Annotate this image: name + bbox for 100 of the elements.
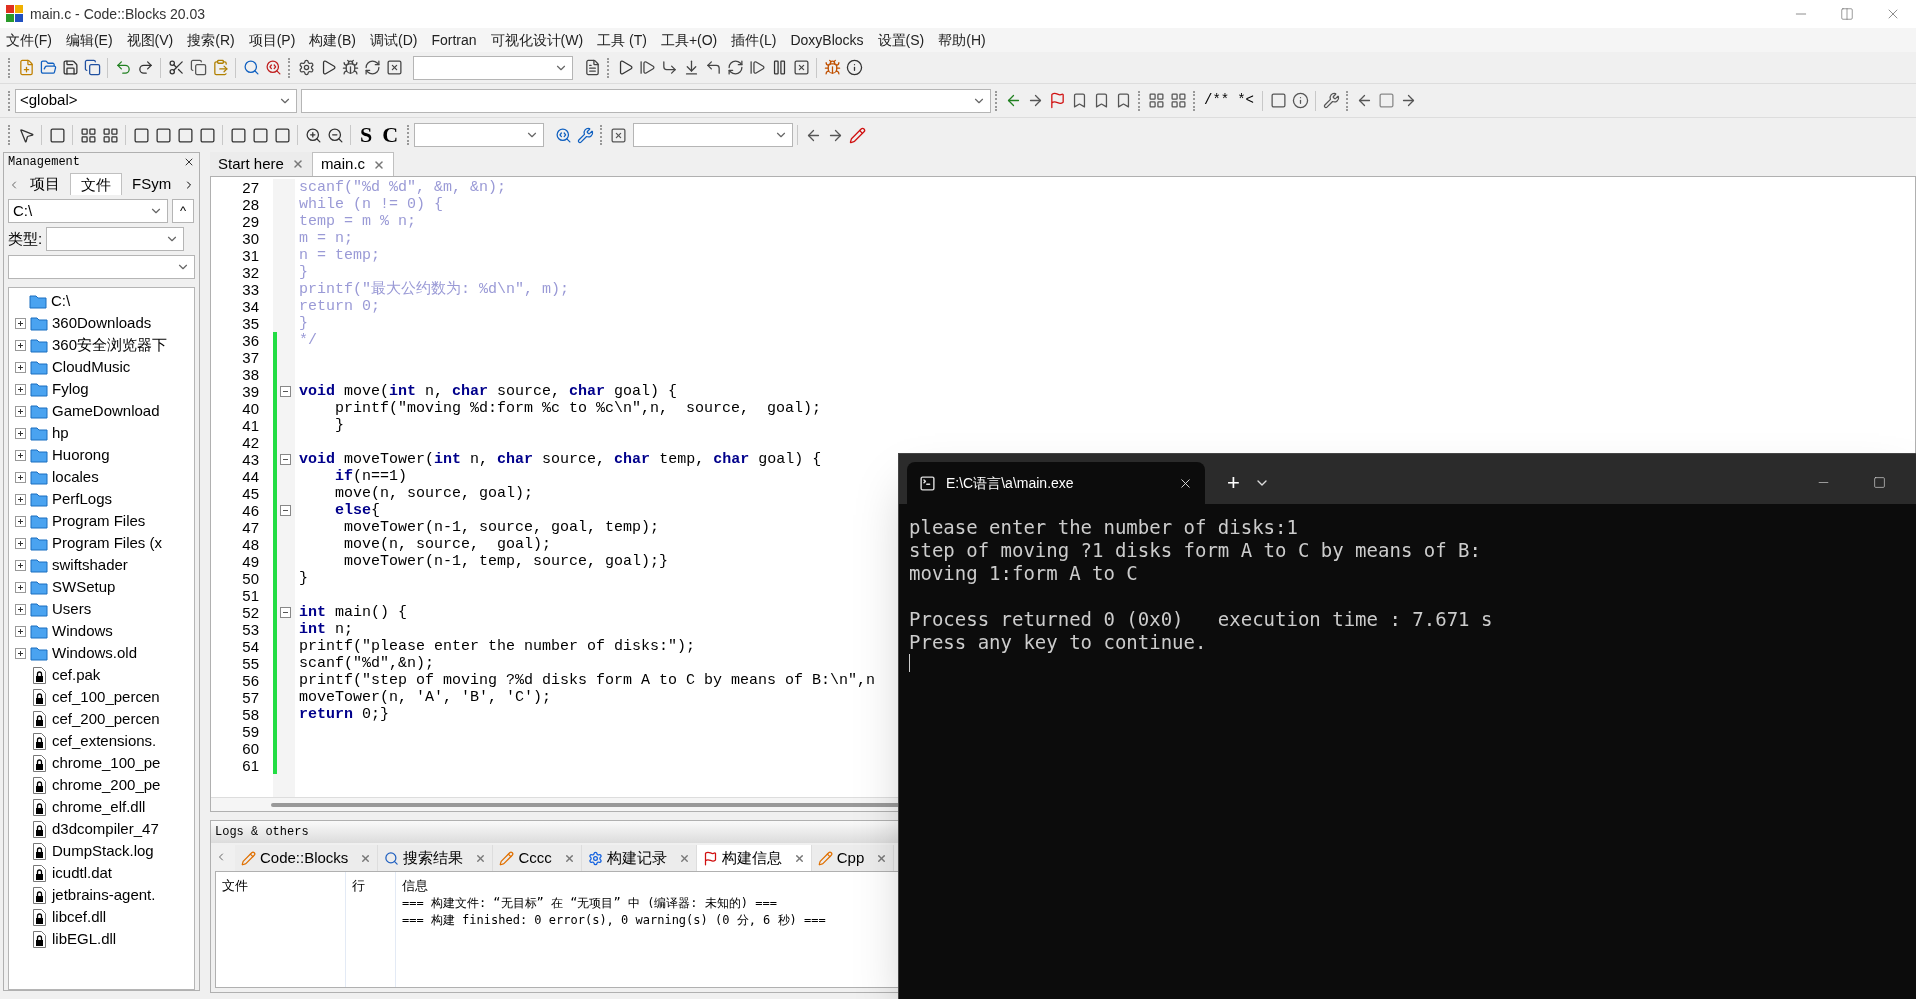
fold-icon[interactable] — [280, 607, 291, 618]
wrench-icon[interactable] — [1322, 92, 1340, 109]
shape-icon[interactable] — [229, 126, 247, 144]
tree-item[interactable]: cef_100_percen — [52, 685, 160, 709]
stop-icon[interactable] — [385, 59, 403, 76]
search-icon[interactable] — [242, 59, 260, 76]
stop-icon[interactable] — [792, 59, 810, 76]
expand-icon[interactable] — [15, 537, 26, 549]
restore-icon[interactable] — [1840, 7, 1854, 21]
menu-item[interactable]: 编辑(E) — [65, 29, 113, 51]
panel-tab[interactable]: 项目 — [20, 173, 70, 195]
tree-item[interactable]: chrome_200_pe — [52, 773, 161, 797]
new-file-icon[interactable] — [17, 59, 35, 76]
wrench-icon[interactable] — [576, 126, 594, 144]
undo-icon[interactable] — [114, 59, 132, 76]
expand-icon[interactable] — [15, 647, 26, 659]
toolbar-grip[interactable] — [600, 125, 604, 145]
expand-icon[interactable] — [15, 405, 26, 417]
expand-icon[interactable] — [15, 339, 26, 351]
tree-item[interactable]: d3dcompiler_47 — [52, 817, 159, 841]
editor-tab[interactable]: Start here — [210, 152, 312, 176]
panel-tab[interactable]: FSym — [122, 173, 182, 195]
frame-icon[interactable] — [48, 126, 66, 144]
cut-icon[interactable] — [167, 59, 185, 76]
log-tab[interactable]: Cccc — [493, 845, 582, 871]
clear-icon[interactable] — [609, 126, 627, 144]
fold-icon[interactable] — [280, 386, 291, 397]
tree-item[interactable]: hp — [52, 421, 69, 445]
open-folder-icon[interactable] — [39, 59, 57, 76]
menu-item[interactable]: DoxyBlocks — [790, 29, 864, 51]
expand-icon[interactable] — [15, 361, 26, 373]
expand-icon[interactable] — [15, 515, 26, 527]
toolbar-grip[interactable] — [995, 90, 998, 111]
tree-item[interactable]: libcef.dll — [52, 905, 107, 929]
step-into-icon[interactable] — [660, 59, 678, 76]
expand-icon[interactable] — [15, 317, 26, 329]
zoom-in-icon[interactable] — [304, 126, 322, 144]
settings-icon[interactable] — [297, 59, 315, 76]
tree-item[interactable]: libEGL.dll — [52, 927, 117, 951]
tree-item[interactable]: Program Files (x — [52, 531, 163, 555]
expand-icon[interactable] — [15, 383, 26, 395]
grid-icon[interactable] — [101, 126, 119, 144]
panel-icon[interactable] — [198, 126, 216, 144]
help-icon[interactable] — [1291, 92, 1309, 109]
tree-item[interactable]: 360Downloads — [52, 311, 152, 335]
menu-item[interactable]: 帮助(H) — [938, 29, 986, 51]
grid-icon[interactable] — [79, 126, 97, 144]
toolbar-grip[interactable] — [1193, 90, 1196, 111]
text-style-button[interactable]: C — [377, 124, 404, 146]
tree-item[interactable]: cef_extensions. — [52, 729, 157, 753]
pointer-icon[interactable] — [17, 126, 35, 144]
fold-icon[interactable] — [280, 454, 291, 465]
tree-item[interactable]: chrome_elf.dll — [52, 795, 146, 819]
panel-icon[interactable] — [154, 126, 172, 144]
flag-icon[interactable] — [1048, 92, 1066, 109]
log-tab[interactable]: 搜索结果 — [378, 845, 494, 871]
menu-item[interactable]: 设置(S) — [877, 29, 925, 51]
menu-item[interactable]: 调试(D) — [370, 29, 418, 51]
tree-item[interactable]: locales — [52, 465, 99, 489]
frame-icon[interactable] — [1269, 92, 1287, 109]
expand-icon[interactable] — [15, 603, 26, 615]
toolbar-grip[interactable] — [288, 57, 291, 78]
log-tab[interactable]: Cpp — [811, 845, 895, 871]
panel-tab[interactable]: 文件 — [70, 173, 122, 195]
menu-item[interactable]: 工具 (T) — [597, 29, 647, 51]
up-button[interactable]: ^ — [172, 199, 194, 223]
menu-item[interactable]: 视图(V) — [126, 29, 174, 51]
expand-icon[interactable] — [15, 427, 26, 439]
new-tab-button[interactable]: + — [1219, 472, 1248, 494]
log-tab[interactable]: Code::Blocks — [235, 845, 379, 871]
tree-item[interactable]: Windows.old — [52, 641, 138, 665]
tree-item[interactable]: Users — [52, 597, 92, 621]
menu-item[interactable]: 文件(F) — [6, 29, 52, 51]
log-tab[interactable]: 构建信息 — [696, 845, 812, 871]
search-icon[interactable] — [554, 126, 572, 144]
tree-item[interactable]: C:\ — [51, 289, 71, 313]
redo-icon[interactable] — [136, 59, 154, 76]
menu-item[interactable]: 可视化设计(W) — [490, 29, 584, 51]
menu-item[interactable]: 搜索(R) — [187, 29, 235, 51]
loop-icon[interactable] — [726, 59, 744, 76]
tree-item[interactable]: Fylog — [52, 377, 89, 401]
document-icon[interactable] — [583, 59, 601, 76]
expand-icon[interactable] — [15, 493, 26, 505]
bug-icon[interactable] — [341, 59, 359, 76]
grid-icon[interactable] — [1169, 92, 1187, 109]
tree-item[interactable]: Huorong — [52, 443, 110, 467]
tree-item[interactable]: PerfLogs — [52, 487, 113, 511]
expand-icon[interactable] — [15, 471, 26, 483]
save-all-icon[interactable] — [83, 59, 101, 76]
tree-item[interactable]: cef_200_percen — [52, 707, 160, 731]
copy-icon[interactable] — [189, 59, 207, 76]
tree-item[interactable]: Windows — [52, 619, 113, 643]
tree-item[interactable]: GameDownload — [52, 399, 160, 423]
zoom-out-icon[interactable] — [326, 126, 344, 144]
step-out-icon[interactable] — [704, 59, 722, 76]
toolbar-grip[interactable] — [1138, 90, 1141, 111]
toolbar-grip[interactable] — [8, 90, 11, 111]
menu-item[interactable]: 工具+(O) — [660, 29, 718, 51]
tree-item[interactable]: cef.pak — [52, 663, 101, 687]
expand-icon[interactable] — [15, 559, 26, 571]
